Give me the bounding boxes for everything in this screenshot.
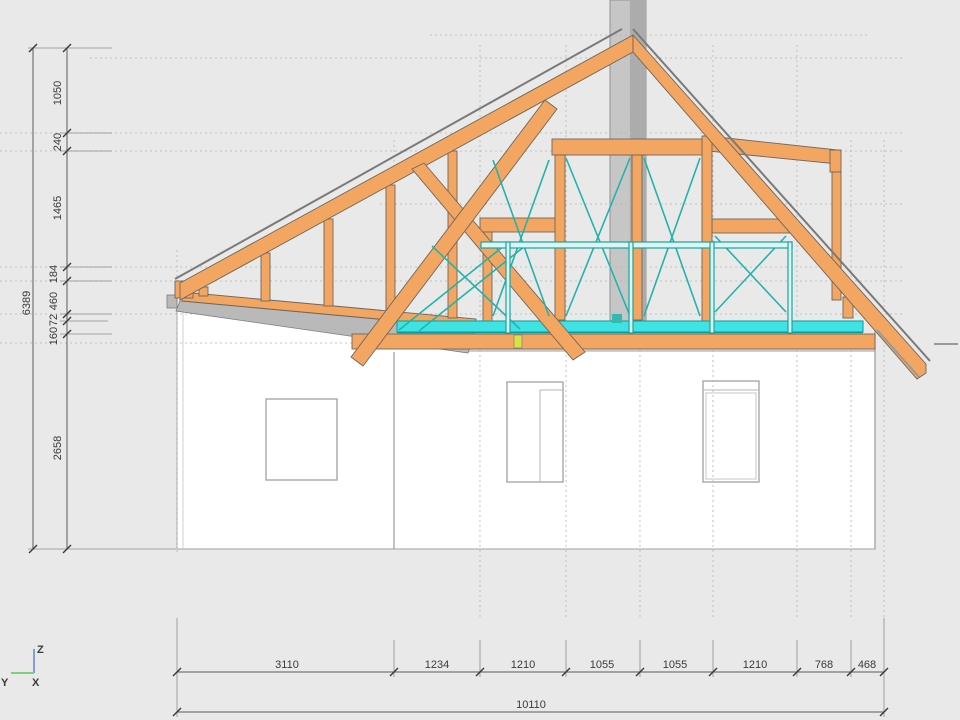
dim-label-overall-height: 6389 [21, 291, 33, 315]
x-axis-label: X [32, 677, 40, 689]
dim-label-overall-width: 10110 [516, 699, 546, 711]
chimney-base-fitting [612, 314, 622, 323]
attic-floor [352, 321, 875, 349]
dim-label-1055b: 1055 [663, 659, 687, 671]
window-right [703, 381, 759, 482]
dim-label-72: 72 [48, 314, 60, 326]
dim-label-1055a: 1055 [590, 659, 614, 671]
cad-drawing-canvas: 1050 240 1465 184 460 72 160 2658 6389 [0, 0, 960, 720]
dim-label-2658: 2658 [52, 436, 64, 460]
dim-label-1050: 1050 [52, 81, 64, 105]
dim-label-1465: 1465 [52, 196, 64, 220]
collar-beam [552, 139, 712, 155]
dim-label-160: 160 [48, 327, 60, 345]
floor-sill-beam [352, 334, 875, 349]
dim-label-468: 468 [858, 659, 876, 671]
dim-label-1210b: 1210 [743, 659, 767, 671]
y-axis-label: Y [1, 677, 9, 689]
window-middle [507, 382, 563, 482]
dim-label-768: 768 [815, 659, 833, 671]
dim-label-3110: 3110 [275, 659, 299, 671]
dim-label-240: 240 [52, 133, 64, 151]
dim-label-1210a: 1210 [511, 659, 535, 671]
dim-label-184: 184 [48, 265, 60, 283]
z-axis-label: Z [37, 644, 44, 656]
railing-top-rail [481, 242, 792, 248]
dim-label-1234: 1234 [425, 659, 449, 671]
highlight-fitting [514, 335, 522, 348]
window-left [266, 399, 337, 480]
cad-viewport: 1050 240 1465 184 460 72 160 2658 6389 [0, 0, 960, 720]
dim-label-460: 460 [48, 292, 60, 310]
